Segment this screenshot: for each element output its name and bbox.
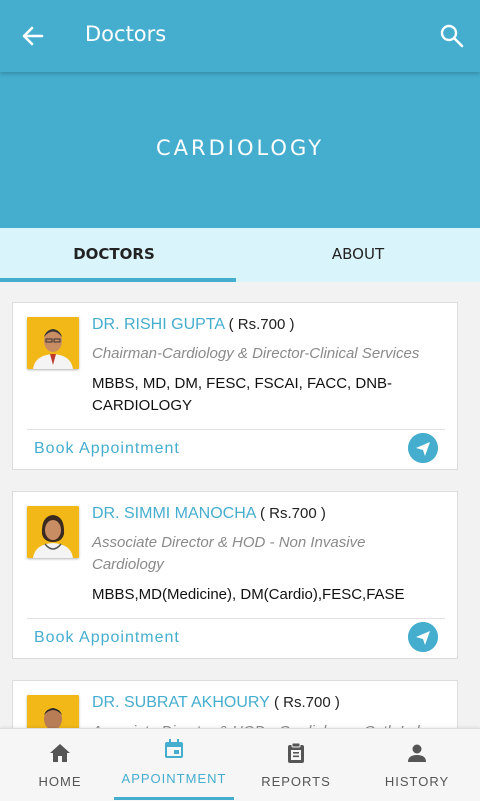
doctor-photo — [27, 506, 79, 558]
nav-label: APPOINTMENT — [121, 771, 227, 786]
doctor-name[interactable]: DR. SUBRAT AKHOURY ( Rs.700 ) — [92, 694, 340, 712]
page-title: Doctors — [85, 22, 167, 46]
consultation-fee: ( Rs.700 ) — [228, 316, 295, 333]
department-title: CARDIOLOGY — [155, 136, 325, 160]
doctor-name-text: DR. RISHI GUPTA — [92, 316, 225, 333]
home-icon — [50, 744, 70, 762]
consultation-fee: ( Rs.700 ) — [260, 505, 326, 522]
clipboard-icon — [288, 742, 304, 763]
doctor-name-text: DR. SUBRAT AKHOURY — [92, 694, 270, 711]
nav-history[interactable]: HISTORY — [357, 729, 477, 801]
person-icon — [408, 744, 426, 762]
tab-indicator — [0, 278, 236, 282]
consultation-fee: ( Rs.700 ) — [273, 694, 340, 711]
nav-reports[interactable]: REPORTS — [236, 729, 356, 801]
app-bar: Doctors — [0, 0, 480, 72]
send-icon[interactable] — [408, 433, 438, 463]
doctor-name[interactable]: DR. RISHI GUPTA ( Rs.700 ) — [92, 316, 294, 334]
department-banner: CARDIOLOGY — [0, 72, 480, 228]
search-icon[interactable] — [438, 22, 466, 50]
nav-home[interactable]: HOME — [0, 729, 120, 801]
book-appointment-link[interactable]: Book Appointment — [34, 440, 180, 458]
calendar-icon — [165, 739, 183, 758]
bottom-navigation: HOME APPOINTMENT REPORTS HISTORY — [0, 728, 480, 801]
doctor-name-text: DR. SIMMI MANOCHA — [92, 505, 256, 522]
doctor-designation: Chairman-Cardiology & Director-Clinical … — [92, 345, 420, 362]
nav-appointment[interactable]: APPOINTMENT — [114, 729, 234, 801]
nav-label: HOME — [38, 774, 82, 789]
doctor-card: DR. RISHI GUPTA ( Rs.700 ) Chairman-Card… — [12, 302, 458, 470]
doctor-qualifications: MBBS,MD(Medicine), DM(Cardio),FESC,FASE — [92, 586, 405, 603]
doctor-card: DR. SIMMI MANOCHA ( Rs.700 ) Associate D… — [12, 491, 458, 659]
doctor-qualifications: MBBS, MD, DM, FESC, FSCAI, FACC, DNB-CAR… — [92, 375, 393, 414]
tab-doctors[interactable]: DOCTORS — [0, 228, 228, 282]
doctor-photo — [27, 317, 79, 369]
tab-bar: DOCTORS ABOUT — [0, 228, 480, 282]
doctor-name[interactable]: DR. SIMMI MANOCHA ( Rs.700 ) — [92, 505, 326, 523]
book-appointment-link[interactable]: Book Appointment — [34, 629, 180, 647]
tab-about[interactable]: ABOUT — [240, 228, 476, 282]
doctor-designation: Associate Director & HOD - Non Invasive … — [92, 534, 366, 573]
send-icon[interactable] — [408, 622, 438, 652]
card-divider — [27, 429, 445, 430]
nav-label: REPORTS — [261, 774, 331, 789]
nav-label: HISTORY — [384, 774, 450, 789]
card-divider — [27, 618, 445, 619]
back-arrow-icon[interactable] — [18, 22, 48, 50]
